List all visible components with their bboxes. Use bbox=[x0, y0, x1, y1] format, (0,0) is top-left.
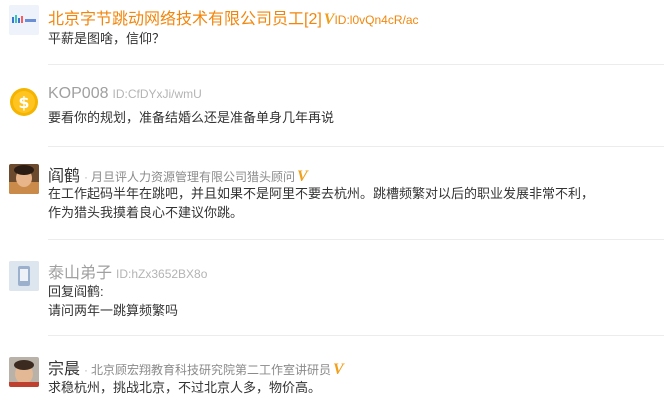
comment-line: 求稳杭州，挑战北京，不过北京人多，物价高。 bbox=[48, 380, 322, 395]
coin-icon: $ bbox=[10, 88, 38, 116]
comment-header: 阎鹤 · 月旦评人力资源管理有限公司猎头顾问 V bbox=[48, 162, 308, 186]
separator-dot: · bbox=[84, 170, 89, 184]
author-name[interactable]: 泰山弟子 bbox=[48, 259, 112, 283]
comment-header: 北京字节跳动网络技术有限公司员工[2] V ID:l0vQn4cR/ac bbox=[48, 5, 419, 29]
bytedance-logo-icon bbox=[9, 5, 39, 35]
comment-line: 作为猎头我摸着良心不建议你跳。 bbox=[48, 205, 244, 220]
avatar[interactable] bbox=[9, 357, 39, 387]
avatar[interactable] bbox=[9, 5, 39, 35]
comment-text: 求稳杭州，挑战北京，不过北京人多，物价高。 bbox=[48, 378, 321, 397]
verified-badge-icon: V bbox=[333, 361, 344, 378]
comment-feed: 北京字节跳动网络技术有限公司员工[2] V ID:l0vQn4cR/ac 平薪是… bbox=[0, 0, 664, 413]
comment-header: KOP008 ID:CfDYxJi/wmU bbox=[48, 85, 202, 103]
comment-item: 宗晨 · 北京顾宏翔教育科技研究院第二工作室讲研员 V 求稳杭州，挑战北京，不过… bbox=[0, 335, 664, 413]
default-avatar-icon bbox=[9, 261, 39, 291]
user-photo-icon bbox=[9, 357, 39, 387]
user-photo-icon bbox=[9, 164, 39, 194]
author-title: 北京顾宏翔教育科技研究院第二工作室讲研员 bbox=[91, 363, 332, 377]
author-name[interactable]: 宗晨 bbox=[48, 355, 80, 379]
avatar[interactable] bbox=[9, 164, 39, 194]
comment-line: 在工作起码半年在跳吧，并且如果不是阿里不要去杭州。跳槽频繁对以后的职业发展非常不… bbox=[48, 186, 595, 201]
author-name[interactable]: 阎鹤 bbox=[48, 162, 80, 186]
comment-text: 平薪是图啥，信仰？ bbox=[48, 29, 165, 48]
comment-line: 回复阎鹤: bbox=[48, 284, 104, 299]
comment-text: 回复阎鹤: 请问两年一跳算频繁吗 bbox=[48, 282, 178, 320]
avatar[interactable] bbox=[9, 261, 39, 291]
verified-badge-icon: V bbox=[323, 11, 335, 28]
author-title: 月旦评人力资源管理有限公司猎头顾问 bbox=[91, 170, 296, 184]
comment-header: 泰山弟子 ID:hZx3652BX8o bbox=[48, 259, 207, 283]
comment-line: 平薪是图啥，信仰？ bbox=[48, 31, 166, 46]
comment-text: 要看你的规划，准备结婚么还是准备单身几年再说 bbox=[48, 108, 334, 127]
author-name[interactable]: 北京字节跳动网络技术有限公司员工[2] bbox=[48, 5, 322, 29]
author-id: ID:CfDYxJi/wmU bbox=[112, 87, 202, 101]
comment-item: 阎鹤 · 月旦评人力资源管理有限公司猎头顾问 V 在工作起码半年在跳吧，并且如果… bbox=[0, 146, 664, 241]
coin-symbol: $ bbox=[18, 93, 29, 112]
comment-header: 宗晨 · 北京顾宏翔教育科技研究院第二工作室讲研员 V bbox=[48, 355, 344, 379]
author-name[interactable]: KOP008 bbox=[48, 85, 108, 103]
avatar[interactable]: $ bbox=[9, 87, 39, 117]
author-id: ID:l0vQn4cR/ac bbox=[334, 13, 419, 27]
comment-text: 在工作起码半年在跳吧，并且如果不是阿里不要去杭州。跳槽频繁对以后的职业发展非常不… bbox=[48, 184, 594, 222]
comment-item: 泰山弟子 ID:hZx3652BX8o 回复阎鹤: 请问两年一跳算频繁吗 bbox=[0, 239, 664, 338]
comment-item: 北京字节跳动网络技术有限公司员工[2] V ID:l0vQn4cR/ac 平薪是… bbox=[0, 0, 664, 65]
author-id: ID:hZx3652BX8o bbox=[116, 267, 208, 281]
comment-item: $ KOP008 ID:CfDYxJi/wmU 要看你的规划，准备结婚么还是准备… bbox=[0, 65, 664, 150]
comment-line: 要看你的规划，准备结婚么还是准备单身几年再说 bbox=[48, 110, 335, 125]
separator-dot: · bbox=[84, 363, 89, 377]
comment-line: 请问两年一跳算频繁吗 bbox=[48, 303, 179, 318]
